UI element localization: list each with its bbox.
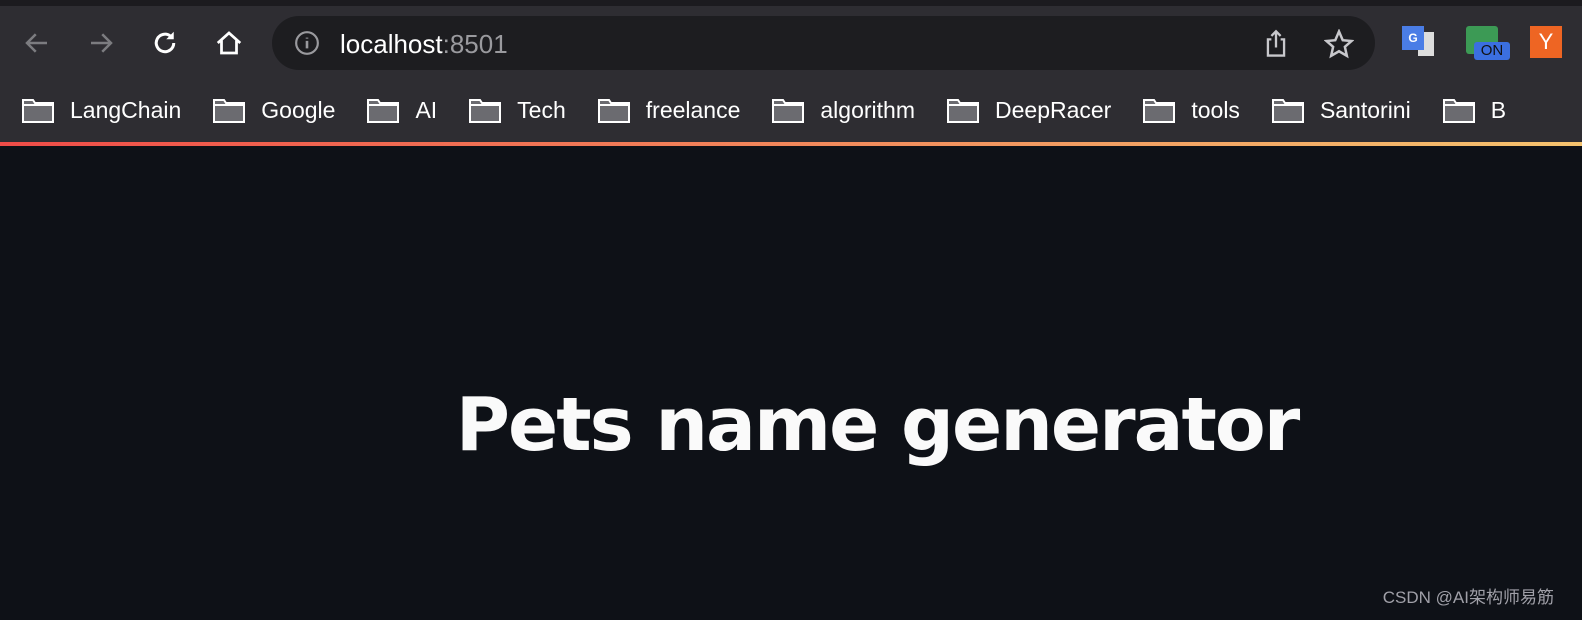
back-button[interactable]: [20, 26, 54, 60]
arrow-left-icon: [25, 33, 47, 53]
folder-icon: [213, 99, 246, 123]
bookmark-label: Santorini: [1319, 96, 1411, 123]
url-text[interactable]: localhost:8501: [340, 29, 508, 60]
google-g-icon: G: [1402, 26, 1424, 50]
forward-button[interactable]: [84, 26, 118, 60]
bookmark-santorini[interactable]: Santorini: [1271, 96, 1411, 124]
bookmark-label: Google: [261, 96, 336, 123]
info-icon: [295, 31, 319, 55]
info-on-extension[interactable]: ON: [1466, 26, 1510, 60]
watermark: CSDN @AI架构师易筋: [1382, 588, 1554, 607]
folder-icon: [1442, 99, 1475, 123]
folder-icon: [367, 99, 400, 123]
bookmark-b[interactable]: B: [1442, 96, 1507, 124]
reload-button[interactable]: [148, 26, 182, 60]
bookmark-label: LangChain: [70, 96, 182, 123]
streamlit-header-decoration: [0, 142, 1582, 146]
page-title: Pets name generator: [455, 382, 1300, 468]
url-host: localhost: [340, 29, 443, 59]
reload-icon: [154, 31, 176, 54]
url-port: :8501: [442, 29, 508, 59]
folder-icon: [22, 99, 54, 123]
address-bar[interactable]: localhost:8501: [272, 16, 1375, 70]
folder-icon: [1271, 99, 1304, 123]
bookmark-ai[interactable]: AI: [367, 97, 437, 124]
share-icon[interactable]: [1262, 29, 1290, 59]
bookmark-label: DeepRacer: [995, 96, 1112, 123]
folder-icon: [597, 99, 630, 123]
y-combinator-extension[interactable]: Y: [1530, 26, 1562, 58]
bookmark-google[interactable]: Google: [213, 97, 335, 124]
bookmark-label: freelance: [645, 96, 741, 123]
folder-icon: [1143, 99, 1176, 123]
bookmark-tech[interactable]: Tech: [469, 97, 566, 124]
bookmark-label: algorithm: [820, 96, 915, 123]
google-translate-extension[interactable]: G: [1402, 26, 1436, 60]
home-button[interactable]: [212, 26, 246, 60]
bookmark-label: B: [1490, 96, 1507, 123]
bookmarks-bar: LangChain Google AI Tech freelance algorithm D…: [0, 78, 1582, 142]
bookmark-algorithm[interactable]: algorithm: [772, 97, 915, 124]
bookmark-freelance[interactable]: freelance: [597, 96, 741, 124]
on-badge: ON: [1474, 42, 1510, 60]
folder-icon: [469, 99, 502, 123]
bookmark-tools[interactable]: tools: [1143, 97, 1240, 124]
bookmark-label: tools: [1191, 96, 1240, 123]
star-icon[interactable]: [1324, 29, 1354, 59]
home-icon: [216, 31, 242, 55]
bookmark-label: AI: [415, 96, 438, 123]
arrow-right-icon: [91, 33, 113, 53]
bookmark-langchain[interactable]: LangChain: [22, 97, 181, 124]
browser-toolbar: localhost:8501 G ON Y: [0, 6, 1582, 78]
bookmark-label: Tech: [517, 96, 566, 123]
bookmark-deepracer[interactable]: DeepRacer: [947, 97, 1111, 124]
folder-icon: [772, 99, 805, 123]
folder-icon: [947, 99, 979, 123]
